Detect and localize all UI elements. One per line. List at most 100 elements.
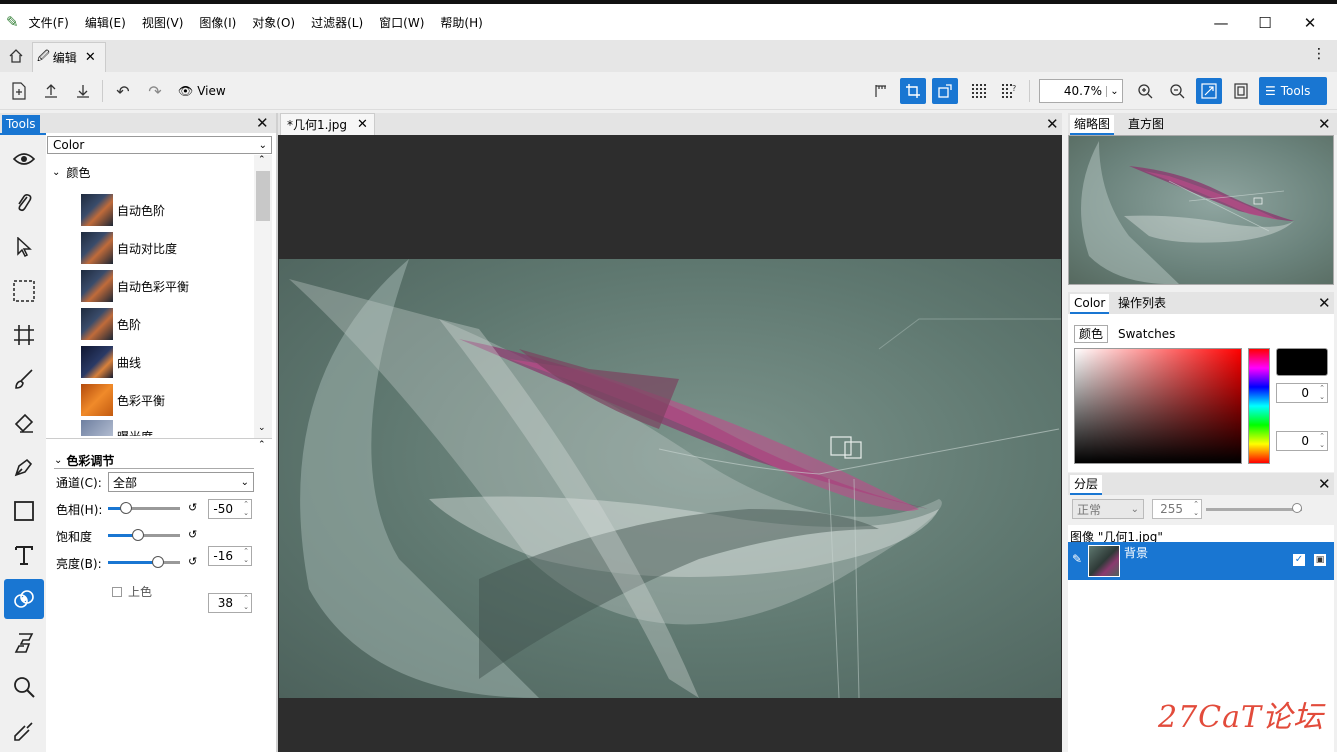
menu-view[interactable]: 视图(V) — [142, 14, 184, 31]
crop-selection-icon[interactable] — [900, 78, 926, 104]
current-color-swatch[interactable] — [1276, 348, 1328, 376]
layer-visible-checkbox[interactable]: ✓ — [1293, 554, 1305, 566]
marquee-tool-icon[interactable] — [4, 271, 44, 311]
close-color-panel-icon[interactable]: ✕ — [1318, 294, 1331, 312]
home-icon[interactable] — [6, 46, 26, 66]
new-image-icon[interactable] — [8, 80, 30, 102]
color-subtab[interactable]: 颜色 — [1074, 325, 1109, 343]
zoom-in-icon[interactable] — [1134, 80, 1156, 102]
eraser-tool-icon[interactable] — [4, 403, 44, 443]
maximize-button[interactable]: ☐ — [1242, 8, 1288, 38]
list-item[interactable]: 自动对比度 — [81, 230, 177, 266]
stepper-icon[interactable]: ⌃⌄ — [1319, 432, 1325, 450]
brush-tool-icon[interactable] — [4, 359, 44, 399]
list-item[interactable]: 曲线 — [81, 344, 141, 380]
pointer-tool-icon[interactable] — [4, 227, 44, 267]
saturation-value-picker[interactable] — [1074, 348, 1242, 464]
tab-layers[interactable]: 分层 — [1070, 475, 1103, 495]
effect-tool-icon[interactable] — [4, 623, 44, 663]
menu-filter[interactable]: 过滤器(L) — [311, 14, 363, 31]
channel-select[interactable]: 全部 ⌄ — [108, 472, 254, 492]
redo-icon[interactable]: ↷ — [144, 80, 166, 102]
scroll-up-icon[interactable]: ⌃ — [258, 155, 266, 165]
menu-edit[interactable]: 编辑(E) — [85, 14, 126, 31]
eye-tool-icon[interactable] — [4, 139, 44, 179]
actual-size-icon[interactable] — [1230, 80, 1252, 102]
list-item[interactable]: 色彩平衡 — [81, 382, 165, 418]
pixel-grid-icon[interactable]: ? — [998, 80, 1020, 102]
more-options-icon[interactable]: ⋮ — [1312, 46, 1326, 62]
paperclip-tool-icon[interactable] — [4, 183, 44, 223]
menu-image[interactable]: 图像(I) — [199, 14, 236, 31]
color-adjust-header[interactable]: ⌄ 色彩调节 — [54, 453, 254, 469]
color-group-header[interactable]: ⌄ 颜色 — [52, 163, 90, 181]
tab-histogram[interactable]: 直方图 — [1124, 115, 1168, 133]
close-document-icon[interactable]: ✕ — [1046, 115, 1059, 133]
green-input[interactable]: 0 ⌃ ⌄ — [1276, 431, 1328, 451]
tools-category-select[interactable]: Color ⌄ — [47, 136, 272, 154]
opacity-slider[interactable] — [1206, 503, 1302, 515]
snap-icon[interactable] — [932, 78, 958, 104]
lock-icon[interactable]: ▣ — [1314, 554, 1326, 566]
close-window-button[interactable]: ✕ — [1287, 8, 1333, 38]
reset-brightness-icon[interactable]: ↺ — [188, 555, 197, 568]
canvas-image[interactable] — [279, 259, 1061, 698]
opacity-input[interactable]: 255 ⌃ ⌄ — [1152, 499, 1202, 519]
crop-tool-icon[interactable] — [4, 315, 44, 355]
swatches-subtab[interactable]: Swatches — [1118, 327, 1175, 341]
scroll-down-icon[interactable]: ⌄ — [258, 423, 266, 433]
zoom-tool-icon[interactable] — [4, 667, 44, 707]
list-item[interactable]: 自动色彩平衡 — [81, 268, 189, 304]
list-item[interactable]: 色阶 — [81, 306, 141, 342]
menu-object[interactable]: 对象(O) — [252, 14, 295, 31]
rectangle-tool-icon[interactable] — [4, 491, 44, 531]
layer-row[interactable]: ✎ 背景 ✓ ▣ — [1068, 542, 1334, 580]
download-icon[interactable] — [72, 80, 94, 102]
ruler-icon[interactable] — [870, 80, 892, 102]
eyedropper-tool-icon[interactable] — [4, 711, 44, 751]
document-tab[interactable]: *几何1.jpg ✕ — [280, 113, 375, 135]
text-tool-icon[interactable] — [4, 535, 44, 575]
undo-icon[interactable]: ↶ — [112, 80, 134, 102]
menu-window[interactable]: 窗口(W) — [379, 14, 424, 31]
scroll-thumb[interactable] — [256, 171, 270, 221]
view-button[interactable]: 👁 View — [178, 82, 226, 100]
saturation-slider[interactable] — [108, 528, 180, 542]
tab-thumbnail[interactable]: 缩略图 — [1070, 115, 1115, 135]
stepper-icon[interactable]: ⌃⌄ — [1319, 384, 1325, 402]
stepper-icon[interactable]: ⌃⌄ — [243, 500, 249, 518]
list-item[interactable]: 自动色阶 — [81, 192, 165, 228]
zoom-out-icon[interactable] — [1166, 80, 1188, 102]
close-layers-panel-icon[interactable]: ✕ — [1318, 475, 1331, 493]
blend-mode-select[interactable]: 正常 ⌄ — [1072, 499, 1144, 519]
fit-window-icon[interactable] — [1196, 78, 1222, 104]
grid-icon[interactable] — [968, 80, 990, 102]
stepper-icon[interactable]: ⌃⌄ — [243, 547, 249, 565]
tab-actions-list[interactable]: 操作列表 — [1114, 294, 1170, 312]
red-input[interactable]: 0 ⌃ ⌄ — [1276, 383, 1328, 403]
stepper-icon[interactable]: ⌃⌄ — [1193, 500, 1199, 518]
close-tab-icon[interactable]: ✕ — [357, 117, 368, 132]
zoom-select[interactable]: 40.7% ⌄ — [1039, 79, 1123, 103]
minimize-button[interactable]: — — [1198, 8, 1244, 38]
tools-toggle-button[interactable]: ☰ Tools — [1259, 77, 1327, 105]
list-item[interactable]: 曝光度 — [81, 420, 153, 436]
pen-tool-icon[interactable] — [4, 447, 44, 487]
saturation-input[interactable]: -16 ⌃ ⌄ — [208, 546, 252, 566]
hue-strip[interactable] — [1248, 348, 1270, 464]
menu-help[interactable]: 帮助(H) — [440, 14, 482, 31]
list-scrollbar[interactable]: ⌃ ⌄ — [254, 155, 272, 438]
reset-hue-icon[interactable]: ↺ — [188, 501, 197, 514]
splitter[interactable] — [46, 438, 272, 439]
tools-panel-title[interactable]: Tools — [2, 115, 40, 133]
hue-slider[interactable] — [108, 501, 180, 515]
tab-color[interactable]: Color — [1070, 294, 1110, 314]
brightness-slider[interactable] — [108, 555, 180, 569]
stepper-icon[interactable]: ⌃⌄ — [243, 594, 249, 612]
menu-file[interactable]: 文件(F) — [29, 14, 69, 31]
brightness-input[interactable]: 38 ⌃ ⌄ — [208, 593, 252, 613]
tab-edit[interactable]: 🖉 编辑 ✕ — [32, 42, 106, 72]
close-navigator-icon[interactable]: ✕ — [1318, 115, 1331, 133]
close-tools-panel-icon[interactable]: ✕ — [256, 114, 269, 132]
collapse-icon[interactable]: ⌃ — [258, 440, 266, 450]
